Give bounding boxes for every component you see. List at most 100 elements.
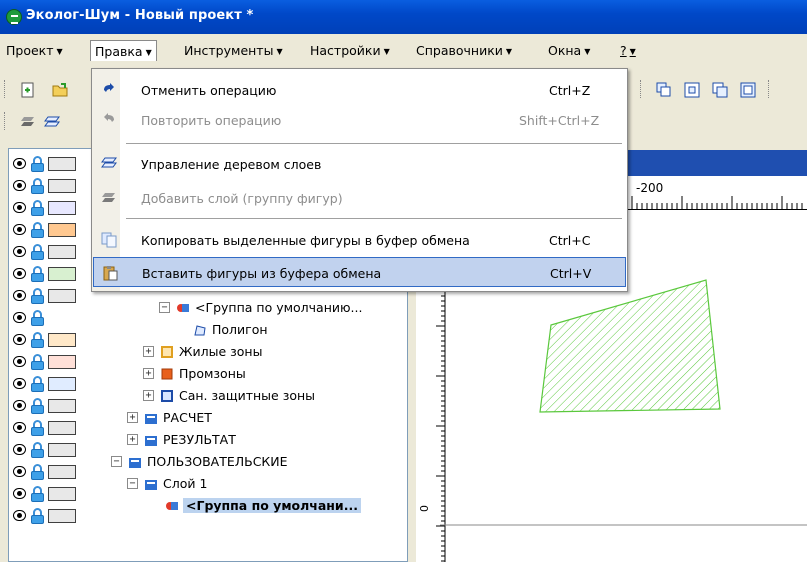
expand-toggle[interactable]: + <box>127 434 138 445</box>
expand-toggle[interactable]: + <box>127 412 138 423</box>
new-project-icon[interactable] <box>20 82 36 98</box>
title-bar: Эколог-Шум - Новый проект * <box>0 0 807 34</box>
toolbar-grip[interactable] <box>4 80 7 98</box>
lock-icon[interactable] <box>31 332 44 348</box>
collapse-toggle[interactable]: − <box>127 478 138 489</box>
menu-item-undo[interactable]: Отменить операцию Ctrl+Z <box>93 75 626 105</box>
lock-icon[interactable] <box>31 376 44 392</box>
shape-tool-1-icon[interactable] <box>656 82 672 98</box>
lock-icon[interactable] <box>31 310 44 326</box>
layer-color-swatch[interactable] <box>48 443 76 457</box>
layer-color-swatch[interactable] <box>48 289 76 303</box>
layer-color-swatch[interactable] <box>48 509 76 523</box>
layers-icon <box>101 156 117 172</box>
menu-windows[interactable]: Окна ▼ <box>544 40 594 61</box>
visibility-eye-icon[interactable] <box>13 444 26 455</box>
layer-color-swatch[interactable] <box>48 157 76 171</box>
visibility-eye-icon[interactable] <box>13 356 26 367</box>
shape-tool-4-icon[interactable] <box>740 82 756 98</box>
layer-color-swatch[interactable] <box>48 355 76 369</box>
left-ruler-label: 0 <box>418 505 431 512</box>
open-project-icon[interactable] <box>52 82 68 98</box>
menu-item-paste[interactable]: Вставить фигуры из буфера обмена Ctrl+V <box>93 257 626 287</box>
visibility-eye-icon[interactable] <box>13 224 26 235</box>
layer-color-swatch[interactable] <box>48 201 76 215</box>
collapse-toggle[interactable]: − <box>159 302 170 313</box>
lock-icon[interactable] <box>31 486 44 502</box>
lock-icon[interactable] <box>31 354 44 370</box>
layer-color-swatch[interactable] <box>48 421 76 435</box>
lock-icon[interactable] <box>31 442 44 458</box>
paste-icon <box>102 265 118 281</box>
layer-color-swatch[interactable] <box>48 465 76 479</box>
shape-tool-3-icon[interactable] <box>712 82 728 98</box>
menu-project[interactable]: Проект ▼ <box>2 40 67 61</box>
menu-help[interactable]: ? ▼ <box>616 40 640 61</box>
visibility-eye-icon[interactable] <box>13 488 26 499</box>
menu-settings[interactable]: Настройки ▼ <box>306 40 394 61</box>
visibility-eye-icon[interactable] <box>13 378 26 389</box>
expand-toggle[interactable]: + <box>143 390 154 401</box>
lock-icon[interactable] <box>31 464 44 480</box>
lock-icon[interactable] <box>31 288 44 304</box>
layers-icon[interactable] <box>44 114 60 130</box>
visibility-eye-icon[interactable] <box>13 246 26 257</box>
folder-icon <box>128 455 142 469</box>
toolbar-grip[interactable] <box>768 80 771 98</box>
menu-item-redo[interactable]: Повторить операцию Shift+Ctrl+Z <box>93 105 626 135</box>
layer-color-swatch[interactable] <box>48 399 76 413</box>
menu-edit[interactable]: Правка ▼ <box>90 40 157 61</box>
lock-icon[interactable] <box>31 420 44 436</box>
lock-icon[interactable] <box>31 266 44 282</box>
app-icon <box>6 9 22 25</box>
visibility-eye-icon[interactable] <box>13 312 26 323</box>
visibility-eye-icon[interactable] <box>13 180 26 191</box>
layer-row <box>9 351 89 373</box>
layer-color-swatch[interactable] <box>48 333 76 347</box>
visibility-eye-icon[interactable] <box>13 422 26 433</box>
lock-icon[interactable] <box>31 200 44 216</box>
add-layer-icon[interactable] <box>20 114 36 130</box>
layer-color-swatch[interactable] <box>48 179 76 193</box>
layer-color-swatch[interactable] <box>48 487 76 501</box>
menu-references[interactable]: Справочники ▼ <box>412 40 516 61</box>
menu-item-copy[interactable]: Копировать выделенные фигуры в буфер обм… <box>93 225 626 255</box>
toolbar-grip[interactable] <box>640 80 643 98</box>
layer-row <box>9 153 89 175</box>
visibility-eye-icon[interactable] <box>13 466 26 477</box>
visibility-eye-icon[interactable] <box>13 510 26 521</box>
shape-tool-2-icon[interactable] <box>684 82 700 98</box>
lock-icon[interactable] <box>31 178 44 194</box>
visibility-eye-icon[interactable] <box>13 158 26 169</box>
menu-item-label: Копировать выделенные фигуры в буфер обм… <box>141 233 470 248</box>
visibility-eye-icon[interactable] <box>13 202 26 213</box>
tree-node-label: ПОЛЬЗОВАТЕЛЬСКИЕ <box>147 454 288 469</box>
visibility-eye-icon[interactable] <box>13 268 26 279</box>
lock-icon[interactable] <box>31 156 44 172</box>
layer-color-swatch[interactable] <box>48 267 76 281</box>
menu-item-shortcut: Shift+Ctrl+Z <box>519 113 600 128</box>
tree-node-label: РАСЧЕТ <box>163 410 212 425</box>
menu-tools[interactable]: Инструменты ▼ <box>180 40 287 61</box>
layer-row <box>9 307 89 329</box>
menu-item-layer-tree[interactable]: Управление деревом слоев <box>93 149 626 179</box>
layer-color-swatch[interactable] <box>48 223 76 237</box>
layer-color-swatch[interactable] <box>48 377 76 391</box>
toolbar-grip[interactable] <box>4 112 7 130</box>
lock-icon[interactable] <box>31 508 44 524</box>
collapse-toggle[interactable]: − <box>111 456 122 467</box>
visibility-eye-icon[interactable] <box>13 400 26 411</box>
menu-item-add-layer[interactable]: Добавить слой (группу фигур) <box>93 183 626 213</box>
expand-toggle[interactable]: + <box>143 368 154 379</box>
lock-icon[interactable] <box>31 244 44 260</box>
add-layer-icon <box>101 190 117 206</box>
visibility-eye-icon[interactable] <box>13 334 26 345</box>
lock-icon[interactable] <box>31 398 44 414</box>
visibility-eye-icon[interactable] <box>13 290 26 301</box>
menu-item-label: Управление деревом слоев <box>141 157 322 172</box>
tree-node-label: <Группа по умолчанию... <box>195 300 363 315</box>
lock-icon[interactable] <box>31 222 44 238</box>
tree-node-label: <Группа по умолчани... <box>183 498 361 513</box>
layer-color-swatch[interactable] <box>48 245 76 259</box>
expand-toggle[interactable]: + <box>143 346 154 357</box>
